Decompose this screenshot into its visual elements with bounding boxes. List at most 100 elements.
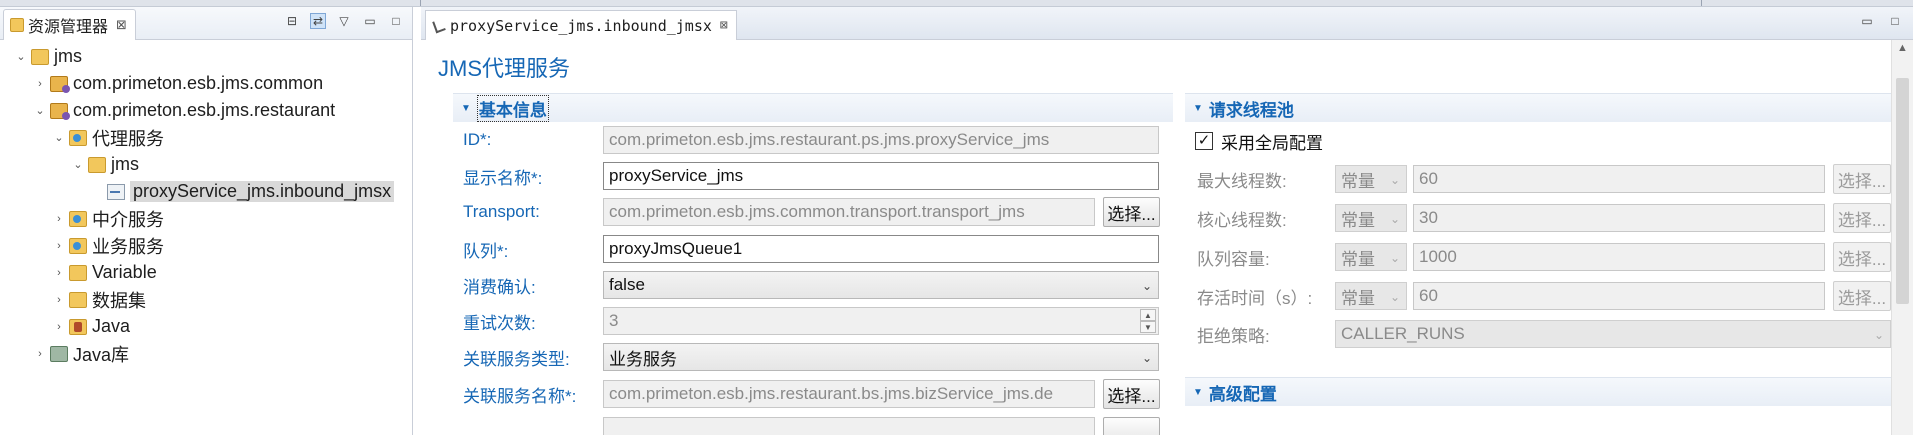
minimize-icon[interactable]: ▭	[362, 13, 378, 29]
service-folder-icon	[69, 210, 87, 227]
tree-twisty-icon[interactable]: ›	[52, 267, 66, 279]
link-with-editor-icon[interactable]: ⇄	[310, 13, 326, 29]
use-global-row: ✓ 采用全局配置	[1185, 126, 1891, 156]
collapse-all-icon[interactable]: ⊟	[284, 13, 300, 29]
spinner-up-icon[interactable]: ▲	[1140, 309, 1156, 321]
tree-twisty-icon[interactable]: ›	[33, 78, 47, 90]
section-title: 基本信息	[476, 94, 549, 122]
explorer-toolbar: ⊟ ⇄ ▽ ▭ □	[284, 13, 404, 29]
next-select-button[interactable]	[1103, 417, 1160, 435]
basic-info-section: ▼ 基本信息 ID*: com.primeton.esb.jms.restaur…	[453, 93, 1173, 435]
tree-item[interactable]: › Java	[0, 313, 412, 340]
tree-item[interactable]: ⌄ jms	[0, 151, 412, 178]
field-row-id: ID*: com.primeton.esb.jms.restaurant.ps.…	[453, 125, 1173, 155]
pool-row-reject: 拒绝策略: CALLER_RUNS ⌄	[1185, 319, 1891, 349]
scroll-up-icon[interactable]: ▲	[1897, 42, 1908, 54]
field-row-service-type: 关联服务类型: 业务服务 ⌄	[453, 342, 1173, 372]
field-row-next	[453, 415, 1173, 435]
tree-twisty-icon[interactable]: ⌄	[14, 50, 28, 63]
spinner-buttons[interactable]: ▲ ▼	[1140, 309, 1156, 333]
service-folder-icon	[69, 129, 87, 146]
transport-field: com.primeton.esb.jms.common.transport.tr…	[603, 198, 1095, 226]
tree-item[interactable]: › Variable	[0, 259, 412, 286]
tree-item[interactable]: ⌄ com.primeton.esb.jms.restaurant	[0, 97, 412, 124]
field-row-transport: Transport: com.primeton.esb.jms.common.t…	[453, 197, 1173, 227]
editor-tab[interactable]: proxyService_jms.inbound_jmsx ⊠	[425, 10, 737, 40]
tree-item[interactable]: ⌄ jms	[0, 43, 412, 70]
tree-twisty-icon[interactable]: ›	[52, 240, 66, 252]
explorer-tab[interactable]: 资源管理器 ⊠	[3, 9, 136, 40]
view-menu-icon[interactable]: ▽	[336, 13, 352, 29]
explorer-tabbar: 资源管理器 ⊠ ⊟ ⇄ ▽ ▭ □	[0, 7, 412, 40]
tree-item-selected[interactable]: proxyService_jms.inbound_jmsx	[0, 178, 412, 205]
service-name-select-button[interactable]: 选择...	[1103, 379, 1160, 409]
retry-value: 3	[609, 311, 619, 330]
tree-item[interactable]: › com.primeton.esb.jms.common	[0, 70, 412, 97]
advanced-header[interactable]: ▼ 高级配置	[1185, 377, 1891, 406]
mode-value: 常量	[1341, 171, 1375, 191]
mode-select: 常量 ⌄	[1335, 204, 1407, 232]
tree-twisty-icon[interactable]: ⌄	[71, 158, 85, 171]
edit-icon	[432, 18, 446, 33]
vertical-scrollbar[interactable]: ▲	[1891, 40, 1913, 435]
tree-item[interactable]: › 数据集	[0, 286, 412, 313]
mode-value: 常量	[1341, 210, 1375, 230]
transport-select-button[interactable]: 选择...	[1103, 197, 1160, 227]
basic-info-header[interactable]: ▼ 基本信息	[453, 93, 1173, 122]
queue-input[interactable]: proxyJmsQueue1	[603, 235, 1159, 263]
tree-item[interactable]: › 中介服务	[0, 205, 412, 232]
collapse-caret-icon[interactable]: ▼	[1193, 103, 1203, 114]
field-label: 拒绝策略:	[1197, 326, 1270, 346]
tree-twisty-icon[interactable]: ›	[52, 213, 66, 225]
maximize-icon[interactable]: □	[388, 13, 404, 29]
chevron-down-icon: ⌄	[1873, 328, 1884, 342]
close-icon[interactable]: ⊠	[116, 17, 127, 33]
next-field	[603, 417, 1095, 435]
tree-twisty-icon[interactable]: ›	[33, 348, 47, 360]
service-type-select[interactable]: 业务服务 ⌄	[603, 343, 1159, 371]
service-folder-icon	[69, 237, 87, 254]
tree-twisty-icon[interactable]: ›	[52, 321, 66, 333]
minimize-icon[interactable]: ▭	[1859, 13, 1875, 29]
tree-item[interactable]: › Java库	[0, 340, 412, 367]
field-label: 消费确认:	[463, 277, 536, 297]
service-name-field: com.primeton.esb.jms.restaurant.bs.jms.b…	[603, 380, 1095, 408]
collapse-caret-icon[interactable]: ▼	[1193, 387, 1203, 398]
tree-item[interactable]: ⌄ 代理服务	[0, 124, 412, 151]
field-label: Transport:	[463, 202, 540, 221]
tree-twisty-icon[interactable]: ⌄	[52, 131, 66, 144]
java-folder-icon	[69, 318, 87, 335]
editor-area: proxyService_jms.inbound_jmsx ⊠ ▭ □ JMS代…	[421, 7, 1913, 435]
field-label: 核心线程数:	[1197, 210, 1287, 230]
collapse-caret-icon[interactable]: ▼	[461, 103, 471, 114]
max-threads-select-button: 选择...	[1833, 164, 1891, 194]
tree-item-label: 中介服务	[92, 209, 164, 230]
resource-explorer-view: 资源管理器 ⊠ ⊟ ⇄ ▽ ▭ □ ⌄ jms › com.primeton.e…	[0, 7, 413, 435]
tree-twisty-icon[interactable]: ›	[52, 294, 66, 306]
field-label: 关联服务名称*:	[463, 386, 577, 406]
ack-select[interactable]: false ⌄	[603, 271, 1159, 299]
tree-item-label: com.primeton.esb.jms.restaurant	[73, 100, 336, 120]
page-title: JMS代理服务	[438, 56, 571, 81]
tree-item-label: proxyService_jms.inbound_jmsx	[130, 181, 395, 202]
reject-policy-value: CALLER_RUNS	[1341, 324, 1465, 343]
tree-twisty-icon[interactable]: ⌄	[33, 104, 47, 117]
retry-spinner[interactable]: 3 ▲ ▼	[603, 307, 1159, 335]
tree-item-label: com.primeton.esb.jms.common	[73, 73, 324, 93]
use-global-checkbox[interactable]: ✓	[1195, 132, 1213, 150]
reject-policy-select: CALLER_RUNS ⌄	[1335, 320, 1891, 348]
tree-item-label: Variable	[92, 262, 157, 282]
scrollbar-thumb[interactable]	[1896, 78, 1909, 304]
thread-pool-header[interactable]: ▼ 请求线程池	[1185, 93, 1891, 122]
editor-tab-title: proxyService_jms.inbound_jmsx	[450, 16, 712, 35]
field-label: ID*:	[463, 130, 492, 149]
field-label: 队列*:	[463, 241, 509, 261]
display-name-input[interactable]: proxyService_jms	[603, 162, 1159, 190]
field-label: 关联服务类型:	[463, 349, 570, 369]
close-icon[interactable]: ⊠	[720, 18, 728, 33]
spinner-down-icon[interactable]: ▼	[1140, 321, 1156, 333]
thread-pool-section: ▼ 请求线程池 ✓ 采用全局配置 最大线程数: 常量 ⌄ 60 选择... 核心…	[1185, 93, 1891, 348]
maximize-icon[interactable]: □	[1887, 13, 1903, 29]
field-label: 存活时间（s）:	[1197, 288, 1313, 308]
tree-item[interactable]: › 业务服务	[0, 232, 412, 259]
